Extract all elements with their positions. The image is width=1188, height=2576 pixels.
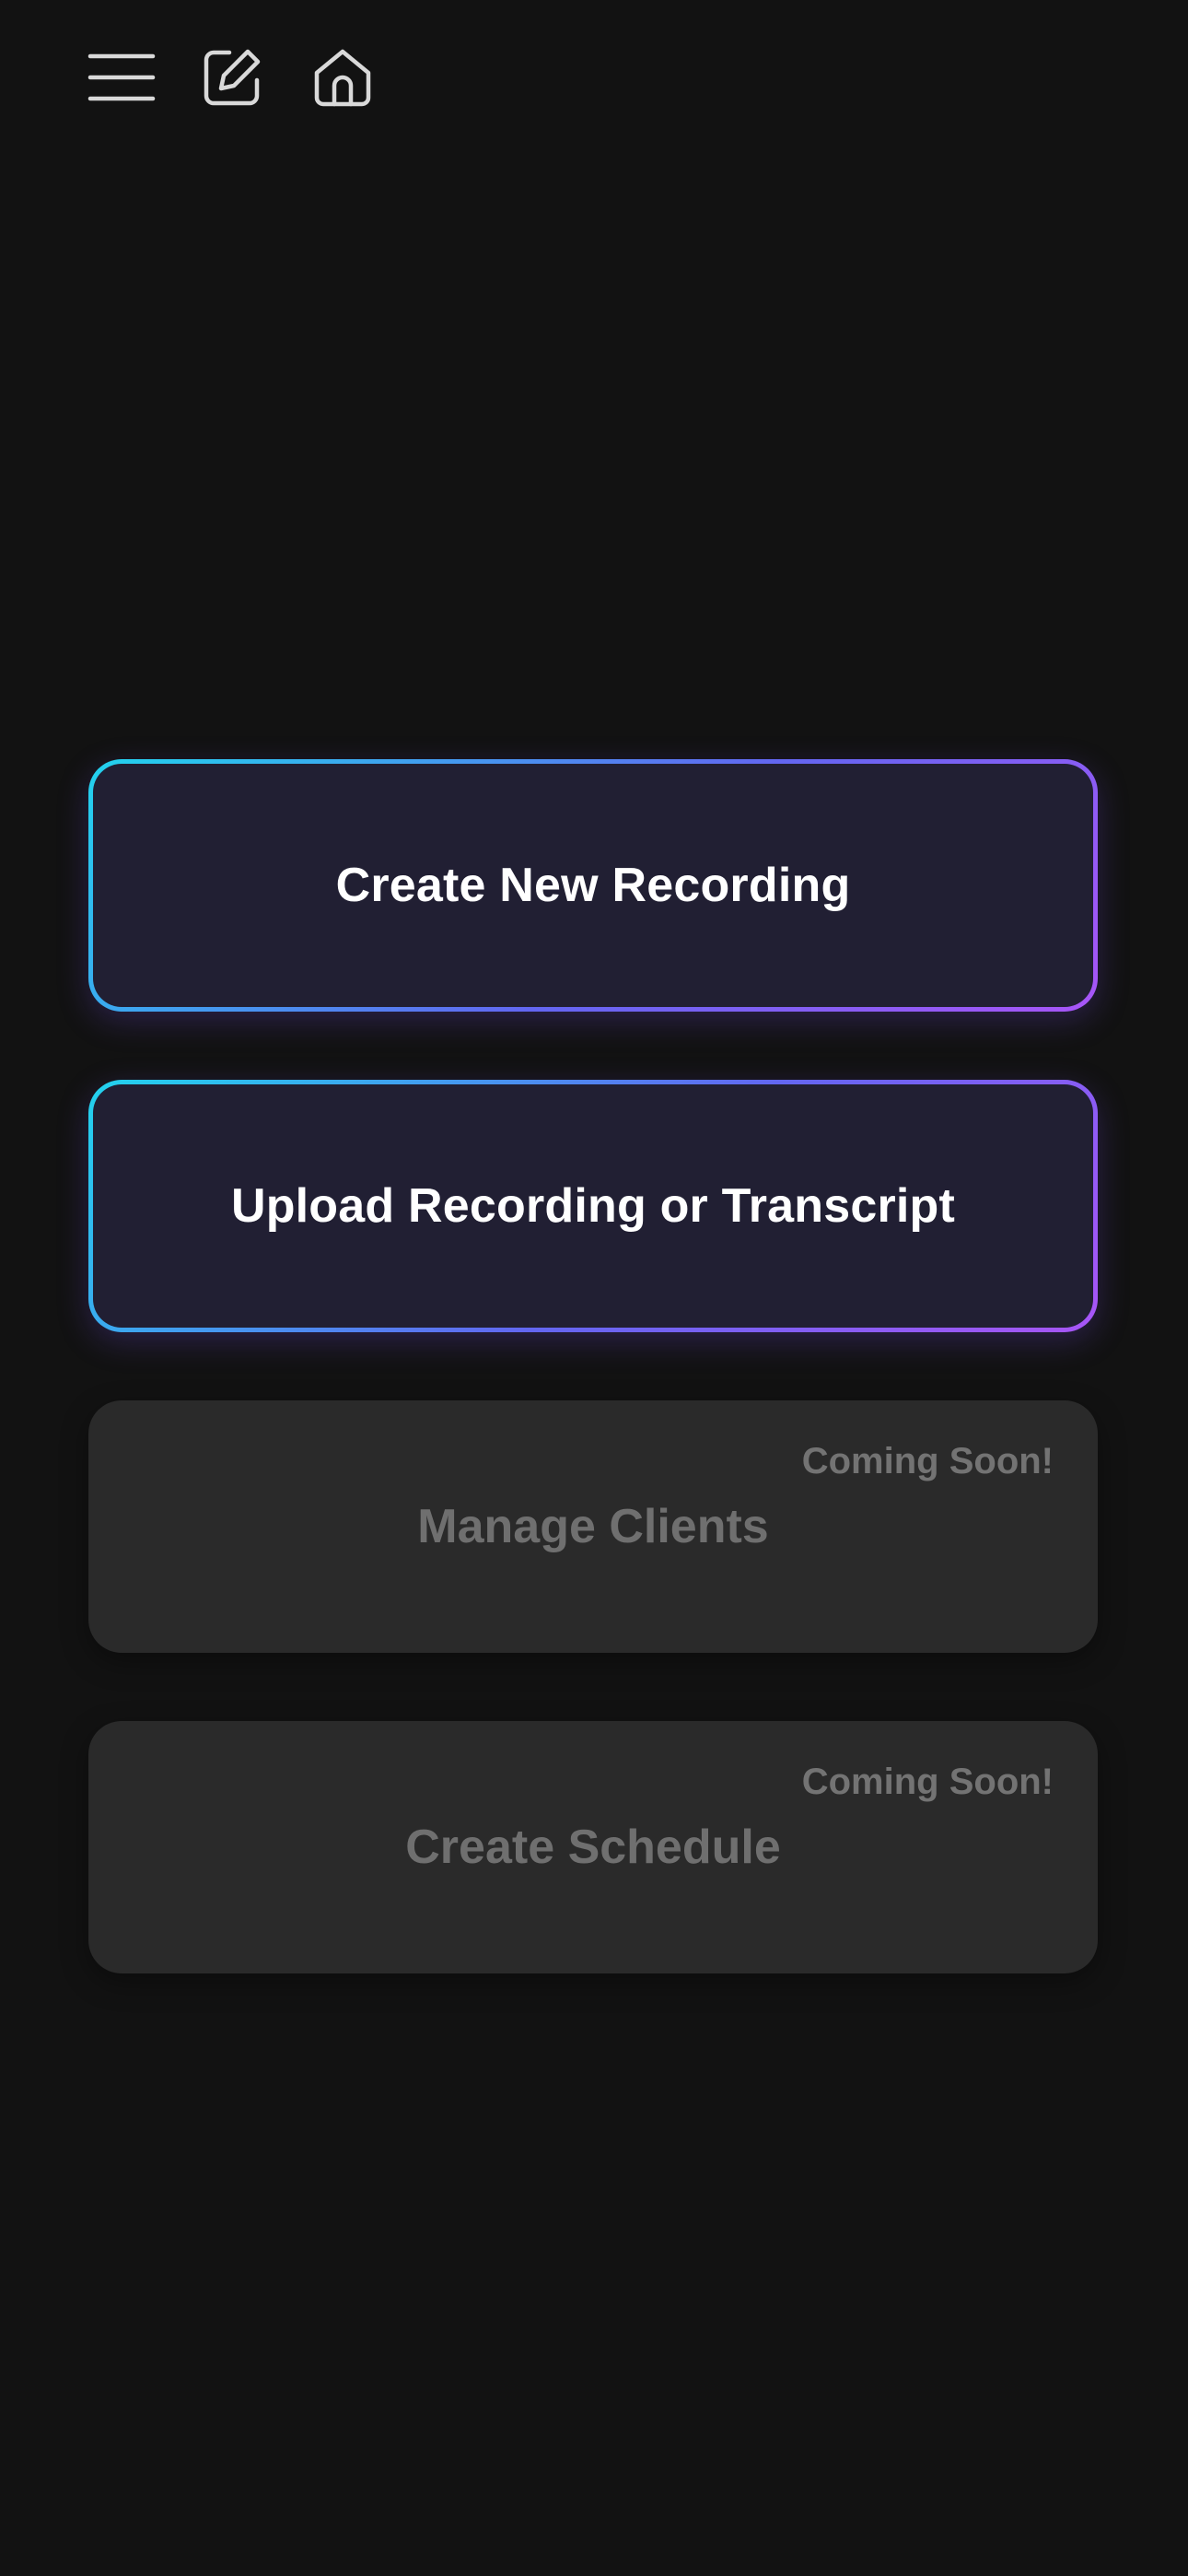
manage-clients-button: Coming Soon! Manage Clients (88, 1400, 1098, 1653)
upload-recording-button[interactable]: Upload Recording or Transcript (88, 1080, 1098, 1332)
home-icon[interactable] (306, 41, 379, 114)
create-schedule-button: Coming Soon! Create Schedule (88, 1721, 1098, 1973)
upload-recording-label: Upload Recording or Transcript (230, 1179, 956, 1233)
coming-soon-badge: Coming Soon! (801, 1762, 1054, 1802)
coming-soon-badge: Coming Soon! (801, 1441, 1054, 1481)
manage-clients-label: Manage Clients (417, 1500, 769, 1553)
create-new-recording-label: Create New Recording (335, 859, 851, 912)
create-new-recording-button[interactable]: Create New Recording (88, 759, 1098, 1012)
top-toolbar (0, 0, 1188, 157)
edit-icon[interactable] (195, 41, 269, 114)
hamburger-menu-icon[interactable] (85, 41, 158, 114)
create-schedule-label: Create Schedule (405, 1821, 781, 1874)
